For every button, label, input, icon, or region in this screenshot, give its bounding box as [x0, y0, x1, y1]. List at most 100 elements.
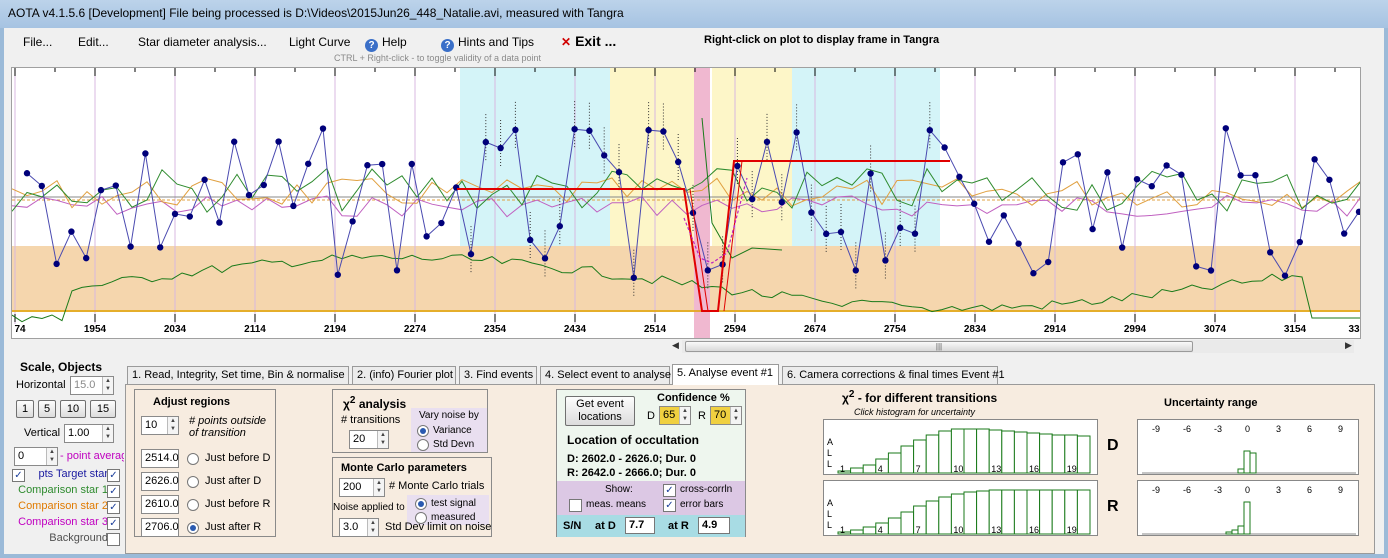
- scale-1-button[interactable]: 1: [16, 400, 34, 418]
- light-curve-svg[interactable]: [12, 68, 1361, 339]
- menu-edit[interactable]: Edit...: [78, 35, 109, 49]
- d-histogram-label: D: [1107, 437, 1119, 454]
- target-star-point: [882, 257, 889, 264]
- just-before-d-radio[interactable]: [187, 453, 199, 465]
- points-outside-value: 10: [145, 419, 158, 431]
- points-outside-label: # points outside: [189, 415, 267, 427]
- histogram-side-label: A: [827, 498, 833, 508]
- signal-noise-bar: S/N at D 7.7 at R 4.9: [557, 515, 745, 537]
- r-chi-histogram-svg[interactable]: ALL 1 4 7 10 13 16 19: [824, 481, 1099, 537]
- spin-arrows-icon[interactable]: ▲ ▼: [377, 431, 388, 448]
- tab-read-integrity[interactable]: 1. Read, Integrity, Set time, Bin & norm…: [127, 366, 349, 385]
- scale-10-button[interactable]: 10: [60, 400, 86, 418]
- target-star-point: [349, 218, 356, 225]
- d-uncertainty-svg[interactable]: -9 -6 -3 0 3 6 9: [1138, 420, 1360, 476]
- r-uncertainty-svg[interactable]: -9 -6 -3 0 3 6 9: [1138, 481, 1360, 537]
- histogram-bar: [1051, 434, 1066, 474]
- monte-carlo-trials-stepper[interactable]: 200 ▲ ▼: [339, 478, 385, 497]
- background-checkbox[interactable]: [107, 533, 120, 546]
- menu-star-diameter[interactable]: Star diameter analysis...: [138, 35, 267, 49]
- d-uncertainty-plot[interactable]: -9 -6 -3 0 3 6 9: [1137, 419, 1359, 475]
- cross-corrln-checkbox[interactable]: ✓: [663, 484, 676, 497]
- target-star-point: [1252, 171, 1259, 179]
- comp-star-3-checkbox[interactable]: ✓: [107, 517, 120, 530]
- light-curve-plot[interactable]: 74 1954 2034 2114 2194 2274 2354 2434 2514 2594 26…: [11, 67, 1361, 339]
- menu-file[interactable]: File...: [23, 35, 52, 49]
- target-star-checkbox[interactable]: ✓: [107, 469, 120, 482]
- stddev-limit-stepper[interactable]: 3.0 ▲ ▼: [339, 518, 379, 537]
- comp-star-1-checkbox[interactable]: ✓: [107, 485, 120, 498]
- target-star-left-checkbox[interactable]: ✓: [12, 469, 25, 482]
- stddevn-radio[interactable]: [417, 439, 429, 451]
- meas-means-checkbox[interactable]: [569, 499, 582, 512]
- points-outside-stepper[interactable]: 10 ▲ ▼: [141, 416, 179, 435]
- just-before-r-field[interactable]: 2610.0: [141, 495, 179, 514]
- r-chi-histogram[interactable]: A L L 1 4 7 10 13 16 19: [823, 480, 1098, 536]
- tab-camera-corrections[interactable]: 6. Camera corrections & final times Even…: [782, 366, 1005, 385]
- target-star-point: [541, 255, 549, 262]
- histogram-side-label: L: [827, 459, 832, 469]
- just-after-d-radio[interactable]: [187, 476, 199, 488]
- histogram-bar: [938, 430, 952, 474]
- spin-arrows-icon[interactable]: ▲ ▼: [167, 417, 178, 434]
- target-star-point: [334, 271, 341, 278]
- histogram-bar: [925, 500, 940, 535]
- spin-arrows-icon[interactable]: ▲ ▼: [679, 407, 690, 424]
- test-signal-radio[interactable]: [415, 498, 427, 510]
- region-band: [460, 68, 610, 246]
- spin-arrows-icon[interactable]: ▲ ▼: [730, 407, 741, 424]
- comp-star-2-checkbox[interactable]: ✓: [107, 501, 120, 514]
- scroll-left-arrow[interactable]: ◀: [672, 340, 679, 351]
- transitions-stepper[interactable]: 20 ▲ ▼: [349, 430, 389, 449]
- location-title: Location of occultation: [567, 433, 699, 447]
- tab-find-events[interactable]: 3. Find events: [459, 366, 537, 385]
- uncertainty-tick-label: 0: [1245, 485, 1250, 495]
- menu-help[interactable]: ? Help: [365, 35, 407, 52]
- scale-15-button[interactable]: 15: [90, 400, 116, 418]
- d-chi-histogram[interactable]: A L L 1 4 7 10 13 16 19: [823, 419, 1098, 475]
- just-before-d-field[interactable]: 2514.0: [141, 449, 179, 468]
- histogram-bar: [976, 490, 990, 535]
- vertical-value: 1.00: [68, 427, 90, 439]
- spin-arrows-icon[interactable]: ▲ ▼: [367, 519, 378, 536]
- spin-arrows-icon[interactable]: ▲ ▼: [46, 448, 57, 465]
- spin-arrows-icon[interactable]: ▲ ▼: [102, 425, 113, 442]
- spin-arrows-icon[interactable]: ▲ ▼: [102, 377, 113, 394]
- tab-analyse-event[interactable]: 5. Analyse event #1: [672, 364, 779, 385]
- just-before-r-radio[interactable]: [187, 499, 199, 511]
- horizontal-stepper[interactable]: 15.0 ▲ ▼: [70, 376, 114, 395]
- menu-exit[interactable]: ✕ Exit ...: [561, 33, 616, 49]
- d-chi-histogram-svg[interactable]: ALL 1 4 7 10 13 16 19: [824, 420, 1099, 476]
- vertical-stepper[interactable]: 1.00 ▲ ▼: [64, 424, 114, 443]
- plot-scrollbar-thumb[interactable]: |||: [685, 341, 1193, 352]
- confidence-r-stepper[interactable]: 70 ▲ ▼: [710, 406, 742, 425]
- vertical-label: Vertical: [24, 427, 61, 439]
- target-star-point: [482, 138, 489, 146]
- r-uncertainty-plot[interactable]: -9 -6 -3 0 3 6 9: [1137, 480, 1359, 536]
- histogram-bar: [862, 464, 877, 474]
- horizontal-label: Horizontal: [16, 379, 66, 391]
- scale-5-button[interactable]: 5: [38, 400, 56, 418]
- tab-fourier-plot[interactable]: 2. (info) Fourier plot: [352, 366, 456, 385]
- histogram-bar: [1001, 430, 1015, 474]
- just-after-r-field[interactable]: 2706.0: [141, 518, 179, 537]
- plot-scrollbar[interactable]: |||: [682, 340, 1354, 353]
- histogram-tick-label: 16: [1029, 525, 1039, 535]
- point-average-stepper[interactable]: 0 ▲ ▼: [14, 447, 58, 466]
- spin-arrows-icon[interactable]: ▲ ▼: [373, 479, 384, 496]
- target-star-point: [53, 260, 60, 268]
- menu-light-curve[interactable]: Light Curve: [289, 35, 350, 49]
- scroll-right-arrow[interactable]: ▶: [1345, 340, 1352, 351]
- get-event-locations-button[interactable]: Get event locations: [565, 396, 635, 426]
- just-after-d-field[interactable]: 2626.0: [141, 472, 179, 491]
- tab-select-event[interactable]: 4. Select event to analyse: [540, 366, 671, 385]
- error-bars-checkbox[interactable]: ✓: [663, 499, 676, 512]
- target-star-point: [157, 244, 164, 251]
- confidence-d-stepper[interactable]: 65 ▲ ▼: [659, 406, 691, 425]
- target-star-point: [571, 125, 578, 133]
- variance-radio[interactable]: [417, 425, 429, 437]
- menu-hints[interactable]: ? Hints and Tips: [441, 35, 534, 52]
- histogram-bar: [862, 526, 877, 535]
- region-band: [792, 68, 940, 246]
- just-after-r-radio[interactable]: [187, 522, 199, 534]
